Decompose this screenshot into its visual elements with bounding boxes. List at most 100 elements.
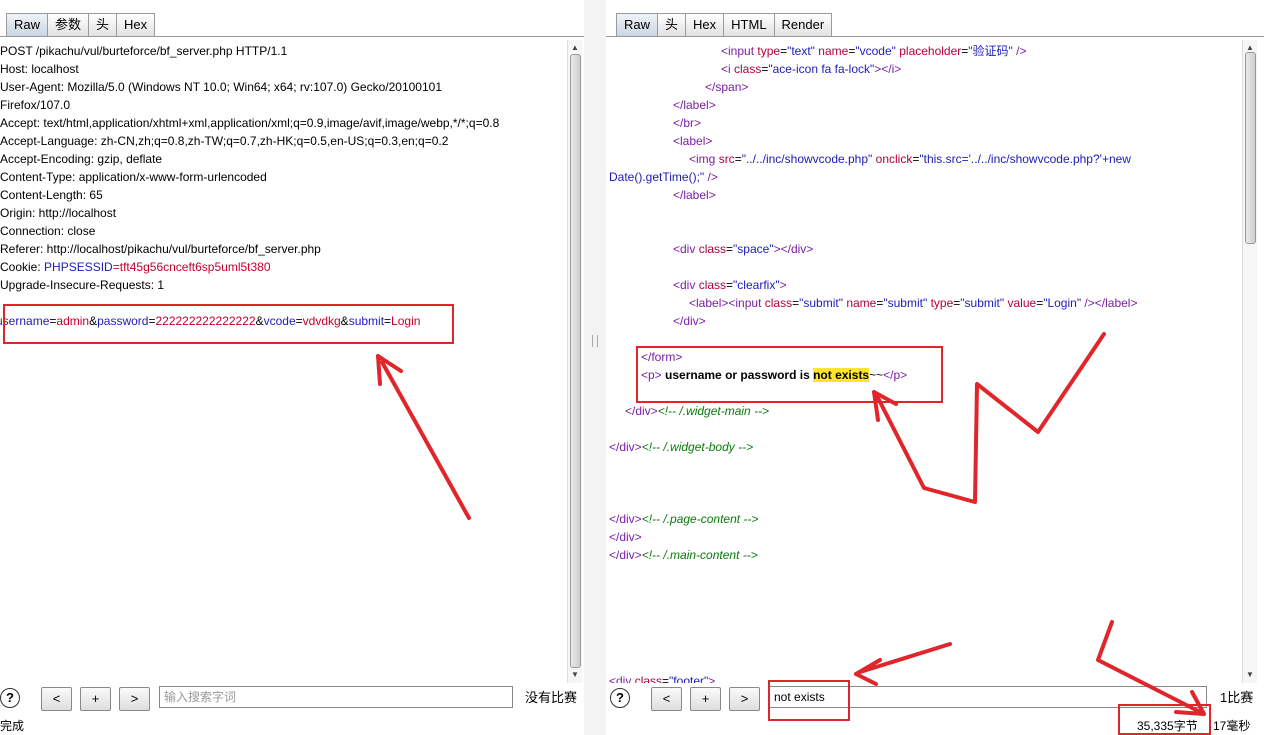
header-cookie: Cookie: PHPSESSID=tft45g56cnceft6sp5uml5…	[0, 258, 271, 276]
tag: <div	[673, 242, 699, 256]
tag: />	[1012, 44, 1027, 58]
tab-raw[interactable]: Raw	[616, 13, 659, 36]
header-host: Host: localhost	[0, 62, 79, 76]
attr-value: Date().getTime();"	[609, 170, 705, 184]
code-line: </label>	[673, 188, 716, 202]
request-search-input[interactable]	[159, 686, 513, 708]
attr-name: value	[1007, 296, 1037, 310]
tag: <div	[673, 278, 699, 292]
header-accept: Accept: text/html,application/xhtml+xml,…	[0, 116, 500, 130]
attr-value: "submit"	[960, 296, 1005, 310]
tag: ></div>	[773, 242, 814, 256]
annotation-box-search-input	[768, 680, 850, 721]
request-search-bar: ? < + > 没有比赛	[0, 684, 584, 714]
header-upgrade: Upgrade-Insecure-Requests: 1	[0, 278, 165, 292]
attr-value: "../../inc/showvcode.php"	[741, 152, 873, 166]
search-add-button[interactable]: +	[80, 687, 111, 711]
scroll-thumb[interactable]	[1245, 52, 1256, 244]
pane-splitter[interactable]	[584, 0, 606, 735]
tag: /></label>	[1081, 296, 1138, 310]
code-line: <div class="space"></div>	[673, 242, 814, 256]
tag: ></i>	[874, 62, 902, 76]
annotation-box-request-body	[3, 304, 454, 344]
search-prev-button[interactable]: <	[41, 687, 72, 711]
tab-divider	[0, 36, 584, 37]
response-scrollbar[interactable]: ▲ ▼	[1242, 40, 1257, 683]
code-line: <div class="clearfix">	[673, 278, 787, 292]
header-content-type: Content-Type: application/x-www-form-url…	[0, 170, 267, 184]
request-editor[interactable]: POST /pikachu/vul/burteforce/bf_server.p…	[0, 40, 566, 683]
tag: <label><input	[689, 296, 765, 310]
tab-render[interactable]: Render	[773, 13, 833, 36]
status-text: 完成	[0, 719, 25, 733]
code-line: </div>	[609, 530, 642, 544]
search-next-button[interactable]: >	[119, 687, 150, 711]
code-line: <img src="../../inc/showvcode.php" oncli…	[689, 152, 1131, 166]
scroll-thumb[interactable]	[570, 54, 581, 668]
code-line: </label>	[673, 98, 716, 112]
code-line: <label>	[673, 134, 713, 148]
scroll-down-icon[interactable]: ▼	[1244, 669, 1256, 681]
header-referer: Referer: http://localhost/pikachu/vul/bu…	[0, 242, 321, 256]
help-icon[interactable]: ?	[610, 688, 630, 708]
scroll-down-icon[interactable]: ▼	[569, 669, 581, 681]
response-match-count: 1比赛	[1220, 690, 1254, 705]
attr-value: "submit"	[799, 296, 843, 310]
tag: <img	[689, 152, 719, 166]
tag: >	[779, 278, 787, 292]
annotation-box-response-size	[1118, 704, 1211, 735]
tag: </div>	[625, 404, 658, 418]
response-time: 17毫秒	[1209, 718, 1250, 735]
search-add-button[interactable]: +	[690, 687, 721, 711]
attr-name: class	[698, 242, 727, 256]
code-line: </div><!-- /.widget-body -->	[609, 438, 753, 456]
attr-name: class	[764, 296, 793, 310]
comment: <!-- /.widget-main -->	[657, 404, 770, 418]
attr-value: "vcode"	[855, 44, 896, 58]
attr-name: placeholder	[899, 44, 962, 58]
code-line: </span>	[705, 80, 749, 94]
code-line: </div>	[673, 314, 706, 328]
tab-params[interactable]: 参数	[47, 13, 90, 36]
comment: <!-- /.page-content -->	[641, 512, 759, 526]
header-accept-encoding: Accept-Encoding: gzip, deflate	[0, 152, 163, 166]
search-prev-button[interactable]: <	[651, 687, 682, 711]
header-user-agent-cont: Firefox/107.0	[0, 98, 71, 112]
code-line: </div><!-- /.page-content -->	[609, 510, 758, 528]
code-line: <label><input class="submit" name="submi…	[689, 296, 1138, 310]
splitter-grip-icon[interactable]	[592, 335, 598, 347]
tab-raw[interactable]: Raw	[6, 13, 49, 36]
tag: </div>	[609, 440, 642, 454]
cookie-name: PHPSESSID	[44, 260, 113, 274]
attr-name: class	[734, 62, 762, 76]
tag: >	[708, 674, 716, 683]
cookie-label: Cookie:	[0, 260, 45, 274]
tab-hex[interactable]: Hex	[116, 13, 156, 36]
header-origin: Origin: http://localhost	[0, 206, 117, 220]
attr-name: type	[757, 44, 781, 58]
request-pane: Raw 参数 头 Hex POST /pikachu/vul/burteforc…	[0, 0, 584, 735]
search-next-button[interactable]: >	[729, 687, 760, 711]
code-line: <input type="text" name="vcode" placehol…	[721, 44, 1027, 58]
tag: <div	[609, 674, 635, 683]
cookie-value: =tft45g56cnceft6sp5uml5t380	[112, 260, 271, 274]
request-tabs: Raw 参数 头 Hex	[6, 10, 156, 36]
scroll-up-icon[interactable]: ▲	[569, 42, 581, 54]
tab-headers[interactable]: 头	[657, 13, 687, 36]
header-accept-language: Accept-Language: zh-CN,zh;q=0.8,zh-TW;q=…	[0, 134, 449, 148]
code-line: </div><!-- /.main-content -->	[609, 546, 758, 564]
attr-value: "submit"	[883, 296, 928, 310]
comment: <!-- /.main-content -->	[641, 548, 758, 562]
attr-value: "this.src='../../inc/showvcode.php?'+new	[919, 152, 1131, 166]
attr-name: onclick	[875, 152, 913, 166]
tab-html[interactable]: HTML	[723, 13, 775, 36]
tab-headers[interactable]: 头	[88, 13, 118, 36]
comment: <!-- /.widget-body -->	[641, 440, 754, 454]
response-tabs: Raw 头 Hex HTML Render	[616, 10, 833, 36]
code-line: <i class="ace-icon fa fa-lock"></i>	[721, 62, 902, 76]
request-scrollbar[interactable]: ▲ ▼	[567, 40, 582, 683]
attr-name: type	[930, 296, 954, 310]
tab-hex[interactable]: Hex	[685, 13, 725, 36]
annotation-box-error-message	[636, 346, 943, 403]
help-icon[interactable]: ?	[0, 688, 20, 708]
